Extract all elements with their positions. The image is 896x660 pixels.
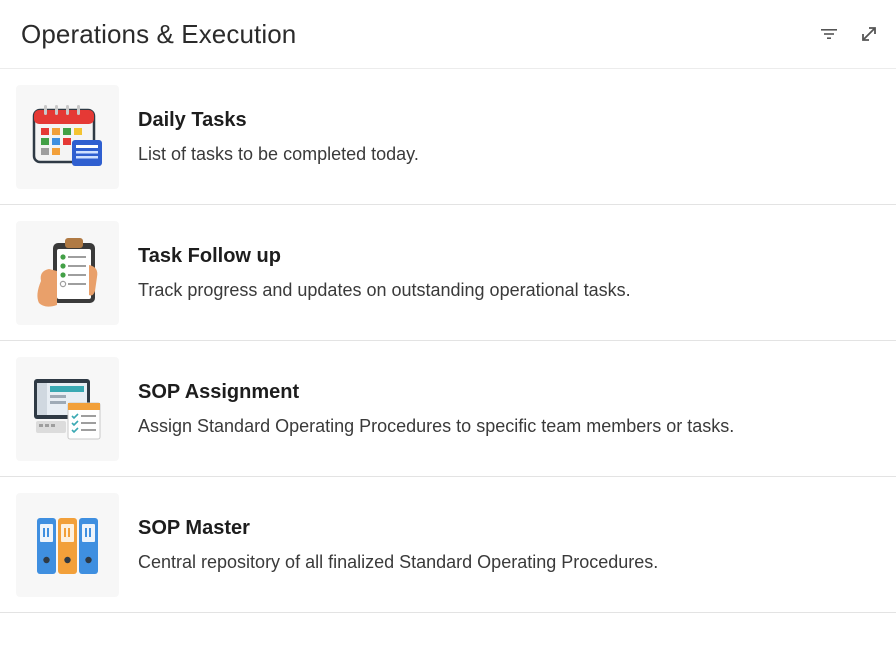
list-item-daily-tasks[interactable]: Daily Tasks List of tasks to be complete… — [0, 69, 896, 205]
header-actions — [816, 21, 882, 47]
item-description: Assign Standard Operating Procedures to … — [138, 415, 735, 436]
task-follow-up-text: Task Follow up Track progress and update… — [138, 245, 631, 301]
sop-assignment-icon — [33, 378, 100, 439]
sop-assignment-text: SOP Assignment Assign Standard Operating… — [138, 381, 734, 437]
item-description: List of tasks to be completed today. — [138, 143, 419, 164]
operations-panel: Operations & Execution Daily Tasks List … — [0, 0, 896, 660]
sop-master-thumbnail — [16, 492, 119, 597]
item-description: Central repository of all finalized Stan… — [138, 551, 659, 572]
module-list: Daily Tasks List of tasks to be complete… — [0, 69, 896, 613]
calendar-icon — [32, 104, 102, 166]
filter-icon — [821, 29, 837, 39]
expand-button[interactable] — [856, 21, 882, 47]
daily-tasks-thumbnail — [16, 84, 119, 189]
item-title: Daily Tasks — [138, 108, 247, 131]
sop-assignment-thumbnail — [16, 356, 119, 461]
item-description: Track progress and updates on outstandin… — [138, 279, 631, 300]
list-item-sop-master[interactable]: SOP Master Central repository of all fin… — [0, 477, 896, 613]
panel-header: Operations & Execution — [0, 0, 896, 69]
daily-tasks-text: Daily Tasks List of tasks to be complete… — [138, 109, 419, 165]
binders-icon — [36, 517, 98, 574]
item-title: SOP Master — [138, 516, 250, 539]
expand-icon — [862, 27, 876, 41]
list-item-task-follow-up[interactable]: Task Follow up Track progress and update… — [0, 205, 896, 341]
item-title: SOP Assignment — [138, 380, 300, 403]
list-item-sop-assignment[interactable]: SOP Assignment Assign Standard Operating… — [0, 341, 896, 477]
item-title: Task Follow up — [138, 244, 281, 267]
clipboard-checklist-icon — [36, 237, 97, 307]
filter-button[interactable] — [816, 21, 842, 47]
task-follow-up-thumbnail — [16, 220, 119, 325]
sop-master-text: SOP Master Central repository of all fin… — [138, 517, 658, 573]
panel-title: Operations & Execution — [21, 18, 297, 49]
